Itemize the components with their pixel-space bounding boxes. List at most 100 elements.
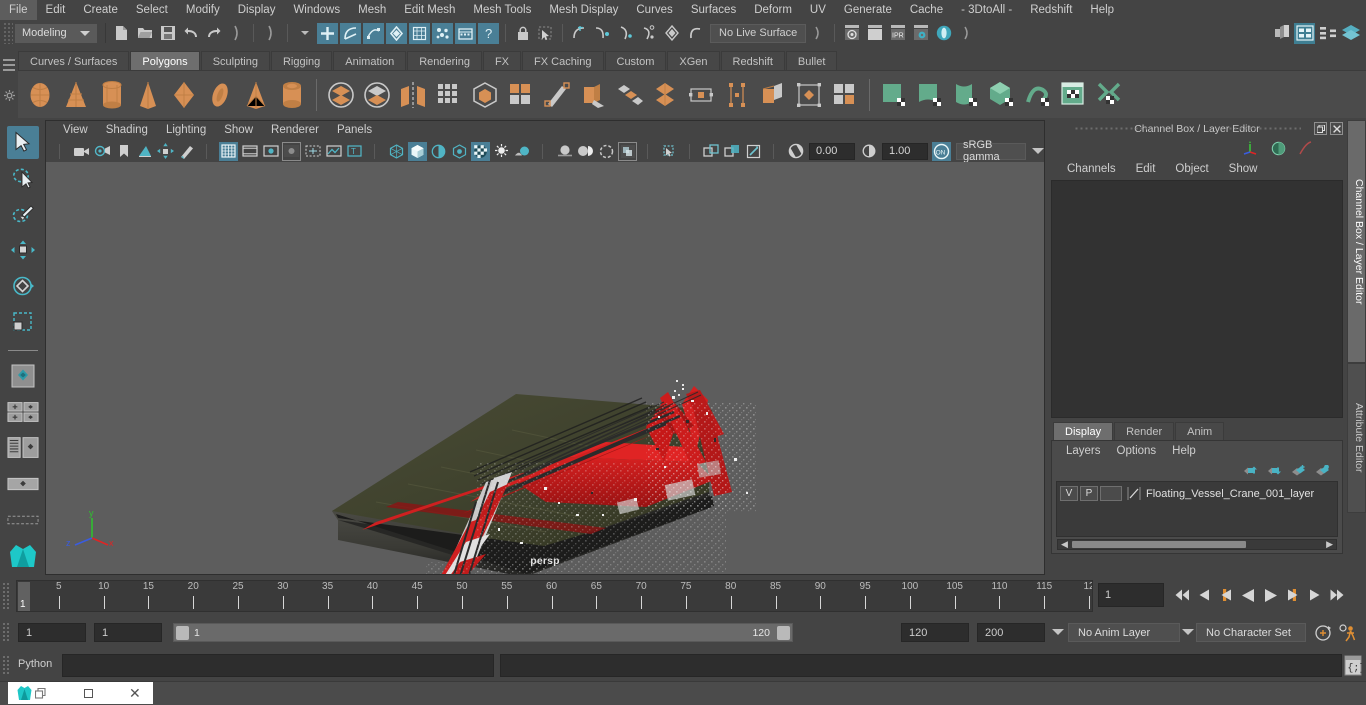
menu-generate[interactable]: Generate <box>835 0 901 20</box>
shelf-menu-icon[interactable] <box>3 59 15 71</box>
multisample-icon[interactable] <box>576 142 595 161</box>
move-layer-up-icon[interactable] <box>1243 465 1258 476</box>
persp-outliner-layout-button[interactable] <box>6 432 39 465</box>
render-settings-icon[interactable] <box>910 23 931 44</box>
menu-windows[interactable]: Windows <box>284 0 349 20</box>
layer-list-horizontal-scrollbar[interactable]: ◀ ▶ <box>1057 539 1337 550</box>
step-forward-frame-icon[interactable] <box>1284 588 1301 602</box>
menu-display[interactable]: Display <box>229 0 285 20</box>
menu-3dtoall[interactable]: - 3DtoAll - <box>952 0 1021 20</box>
xray-active-components-icon[interactable] <box>660 142 679 161</box>
character-set-selector[interactable]: No Character Set <box>1196 623 1306 642</box>
selection-list-prev-button[interactable] <box>226 23 247 44</box>
anim-layer-chevron-icon[interactable] <box>1052 629 1064 635</box>
display-layer-icon[interactable] <box>1271 141 1286 156</box>
poly-booleans-icon[interactable] <box>468 78 502 112</box>
play-forwards-icon[interactable] <box>1262 588 1279 603</box>
smooth-shade-all-icon[interactable] <box>408 141 427 161</box>
poly-sphere-icon[interactable] <box>23 78 57 112</box>
shelf-tab-custom[interactable]: Custom <box>604 51 667 72</box>
chevron-down-icon[interactable] <box>1032 148 1044 154</box>
motion-blur-icon[interactable] <box>555 142 574 161</box>
resolution-gate-icon[interactable] <box>261 142 280 161</box>
gamma-icon[interactable] <box>859 142 878 161</box>
menu-modify[interactable]: Modify <box>177 0 229 20</box>
time-slider-current-frame-cursor[interactable]: 1 <box>18 582 30 611</box>
smooth-preview-icon[interactable] <box>744 142 763 161</box>
channel-menu-object[interactable]: Object <box>1165 163 1218 175</box>
range-start-handle[interactable] <box>176 626 189 640</box>
range-slider-control[interactable]: 1 120 <box>173 623 793 642</box>
save-scene-button[interactable] <box>157 23 178 44</box>
play-backwards-icon[interactable] <box>1240 588 1257 603</box>
menu-select[interactable]: Select <box>127 0 177 20</box>
layer-visibility-toggle[interactable]: V <box>1060 486 1078 501</box>
select-deformations-icon[interactable] <box>409 22 430 44</box>
layer-menu-layers[interactable]: Layers <box>1058 445 1109 457</box>
animation-end-time-field[interactable]: 200 <box>977 623 1045 642</box>
four-view-layout-button[interactable] <box>6 396 39 429</box>
outliner-persp-layout-button[interactable] <box>6 503 39 536</box>
live-surface-next-button[interactable] <box>807 23 828 44</box>
render-current-frame-icon[interactable] <box>841 23 862 44</box>
uv-spherical-icon[interactable] <box>949 78 983 112</box>
color-management-toggle[interactable]: ON <box>932 141 951 161</box>
maximize-window-icon[interactable] <box>84 688 93 698</box>
poly-plane-icon[interactable] <box>167 78 201 112</box>
menu-set-selector[interactable]: Modeling <box>15 23 97 43</box>
select-rendering-icon[interactable] <box>455 22 476 44</box>
redo-button[interactable] <box>203 23 224 44</box>
scrollbar-thumb[interactable] <box>1072 541 1246 548</box>
viewport-3d-canvas[interactable]: y x z persp <box>46 162 1044 574</box>
node-editor-icon[interactable] <box>1317 23 1338 44</box>
layer-tab-display[interactable]: Display <box>1053 422 1114 440</box>
textured-icon[interactable] <box>450 142 469 161</box>
channel-menu-edit[interactable]: Edit <box>1126 163 1166 175</box>
lasso-select-tool[interactable] <box>7 162 39 195</box>
menu-curves[interactable]: Curves <box>627 0 681 20</box>
layer-list[interactable]: V P Floating_Vessel_Crane_001_layer <box>1056 481 1338 537</box>
script-editor-icon[interactable]: {;} <box>1344 655 1362 676</box>
poly-merge-icon[interactable] <box>648 78 682 112</box>
menu-edit-mesh[interactable]: Edit Mesh <box>395 0 464 20</box>
lock-icon[interactable] <box>512 23 533 44</box>
poly-combine-icon[interactable] <box>324 78 358 112</box>
command-language-label[interactable]: Python <box>18 658 52 670</box>
current-time-field[interactable]: 1 <box>1098 583 1164 607</box>
animation-start-time-field[interactable]: 1 <box>18 623 86 642</box>
grease-pencil-icon[interactable] <box>177 142 196 161</box>
layer-name[interactable]: Floating_Vessel_Crane_001_layer <box>1146 488 1314 500</box>
menu-help[interactable]: Help <box>1081 0 1123 20</box>
scroll-right-arrow-icon[interactable]: ▶ <box>1326 539 1333 550</box>
layer-menu-help[interactable]: Help <box>1164 445 1204 457</box>
shelf-tab-sculpting[interactable]: Sculpting <box>200 51 270 72</box>
image-plane-icon[interactable] <box>135 142 154 161</box>
shelf-tab-rigging[interactable]: Rigging <box>270 51 333 72</box>
close-icon[interactable] <box>1330 122 1343 135</box>
shelf-tab-polygons[interactable]: Polygons <box>130 51 200 72</box>
select-by-object-type-curve-icon[interactable] <box>340 22 361 44</box>
menu-mesh-tools[interactable]: Mesh Tools <box>464 0 540 20</box>
shadows-icon[interactable] <box>492 142 511 161</box>
select-surfaces-icon[interactable] <box>386 22 407 44</box>
uv-cylindrical-icon[interactable] <box>913 78 947 112</box>
viewport-menu-lighting[interactable]: Lighting <box>157 121 215 140</box>
poly-extrude-icon[interactable] <box>504 78 538 112</box>
go-to-start-icon[interactable] <box>1172 588 1191 602</box>
render-next-button[interactable] <box>956 23 977 44</box>
select-by-component-type-icon[interactable] <box>363 22 384 44</box>
poly-target-weld-icon[interactable] <box>684 78 718 112</box>
poly-sculpt-icon[interactable] <box>792 78 826 112</box>
panel-drag-handle-left[interactable] <box>1075 127 1147 132</box>
exposure-icon[interactable] <box>786 142 805 161</box>
time-slider-drag-handle[interactable] <box>2 582 10 610</box>
layer-shading-toggle[interactable] <box>1100 486 1122 501</box>
channel-box-axis-icon[interactable] <box>1242 141 1259 155</box>
text-overlay-icon[interactable]: T <box>345 142 364 161</box>
range-end-time-field[interactable]: 120 <box>901 623 969 642</box>
shelf-tab-fx-caching[interactable]: FX Caching <box>522 51 604 72</box>
poly-mirror-icon[interactable] <box>396 78 430 112</box>
make-live-icon[interactable] <box>684 23 705 44</box>
poly-crease-icon[interactable] <box>756 78 790 112</box>
grid-toggle-icon[interactable] <box>219 141 238 161</box>
